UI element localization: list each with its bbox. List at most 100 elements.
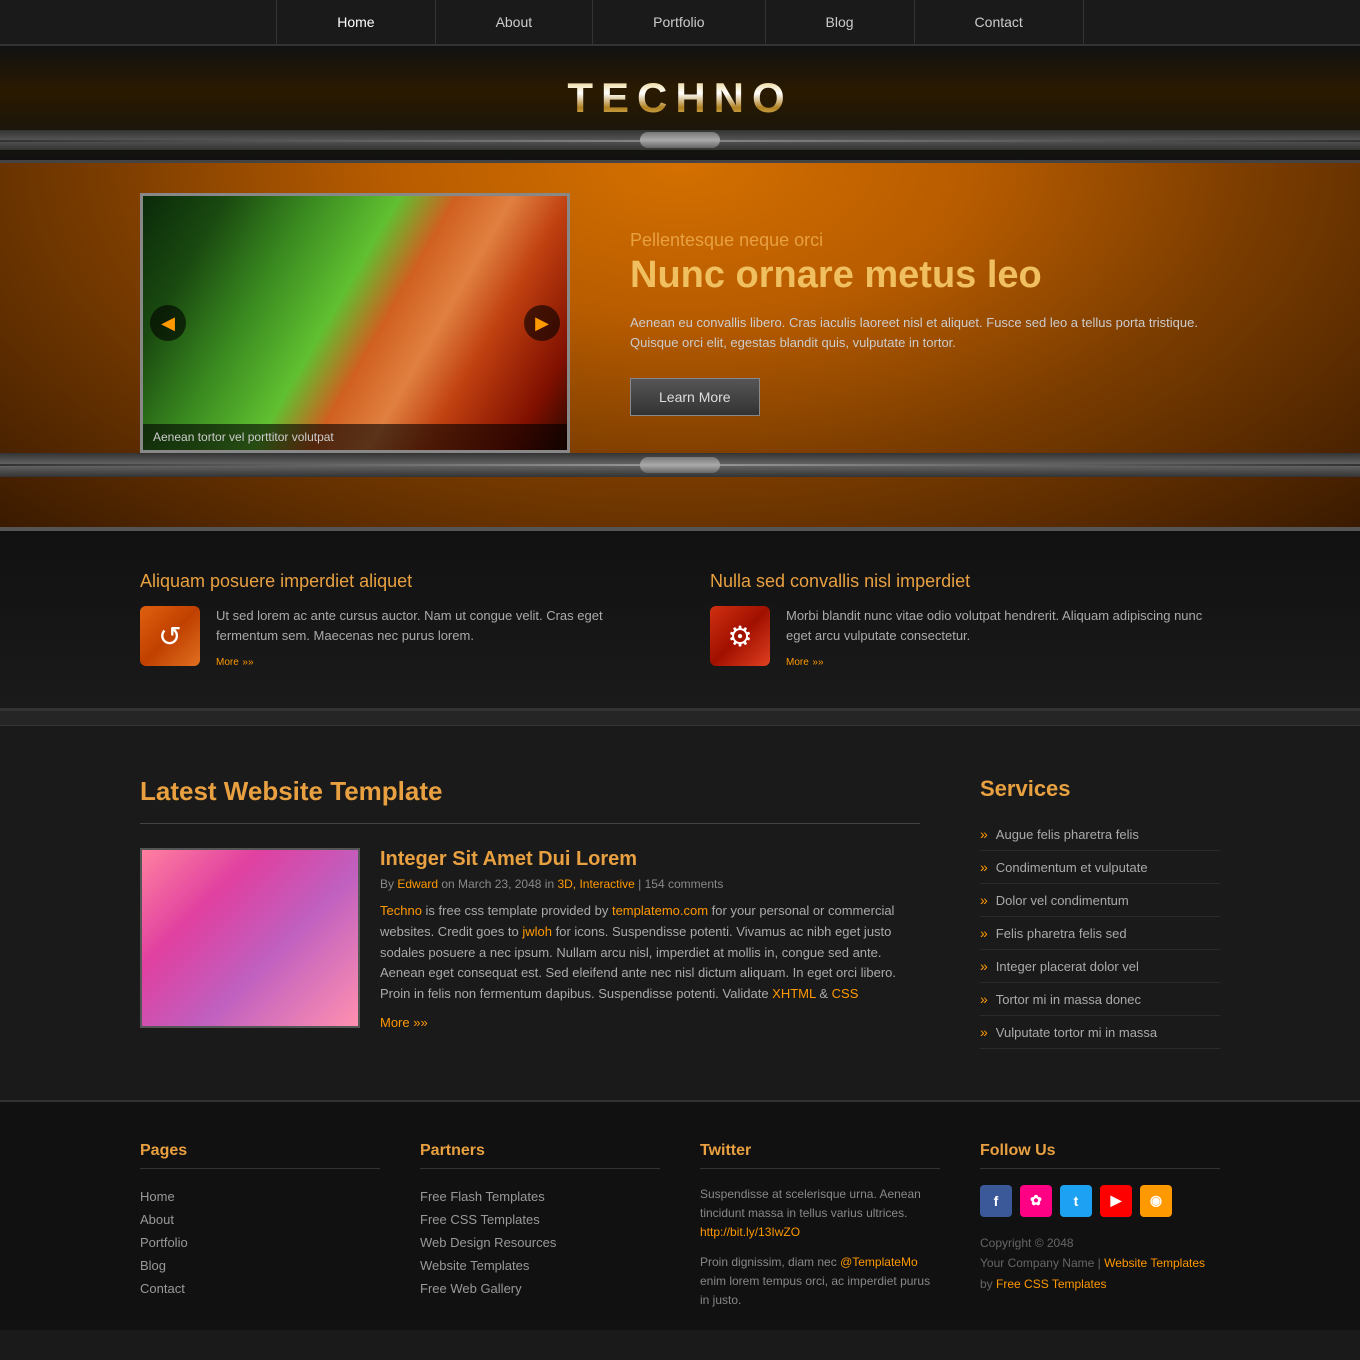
footer-fct-link[interactable]: Free CSS Templates	[996, 1277, 1107, 1291]
service-arrow-6: »	[980, 1024, 988, 1040]
nav-blog[interactable]: Blog	[766, 0, 915, 44]
footer-partner-0[interactable]: Free Flash Templates	[420, 1185, 660, 1208]
hero-subtitle: Pellentesque neque orci	[630, 230, 1220, 251]
footer-pages-title: Pages	[140, 1142, 380, 1169]
services-title: Services	[980, 776, 1220, 802]
footer-partner-3[interactable]: Website Templates	[420, 1254, 660, 1277]
feature-2-title: Nulla sed convallis nisl imperdiet	[710, 571, 1220, 592]
feature-2-text: Morbi blandit nunc vitae odio volutpat h…	[786, 606, 1220, 645]
slide-abstract	[143, 196, 567, 450]
hero-text: Pellentesque neque orci Nunc ornare metu…	[630, 230, 1220, 416]
service-item-3: » Felis pharetra felis sed	[980, 917, 1220, 950]
feature-2-icon-inner: ⚙	[710, 606, 770, 666]
footer-twitter-link1[interactable]: http://bit.ly/13IwZO	[700, 1225, 800, 1239]
service-item-5: » Tortor mi in massa donec	[980, 983, 1220, 1016]
feature-1-more[interactable]: More »»	[216, 653, 650, 668]
features-section: Aliquam posuere imperdiet aliquet ↺ Ut s…	[0, 531, 1360, 710]
service-arrow-1: »	[980, 859, 988, 875]
main-content: Latest Website Template Integer Sit Amet…	[0, 726, 1360, 1100]
service-label-3: Felis pharetra felis sed	[996, 926, 1127, 941]
feature-1-icon-inner: ↺	[140, 606, 200, 666]
footer-page-contact[interactable]: Contact	[140, 1277, 380, 1300]
hero-title: Nunc ornare metus leo	[630, 255, 1220, 297]
footer-twitter-link2[interactable]: @TemplateMo	[840, 1255, 918, 1269]
services-sidebar: Services » Augue felis pharetra felis » …	[980, 776, 1220, 1050]
service-item-1: » Condimentum et vulputate	[980, 851, 1220, 884]
blog-post: Integer Sit Amet Dui Lorem By Edward on …	[140, 848, 920, 1030]
facebook-icon[interactable]: f	[980, 1185, 1012, 1217]
header-divider	[0, 130, 1360, 150]
post-author[interactable]: Edward	[397, 877, 438, 891]
blog-section-title: Latest Website Template	[140, 776, 920, 807]
nav-about[interactable]: About	[436, 0, 594, 44]
feature-1: Aliquam posuere imperdiet aliquet ↺ Ut s…	[140, 571, 650, 668]
social-icons: f ✿ t ▶ ◉	[980, 1185, 1220, 1217]
youtube-icon[interactable]: ▶	[1100, 1185, 1132, 1217]
feature-2: Nulla sed convallis nisl imperdiet ⚙ Mor…	[710, 571, 1220, 668]
site-title: TECHNO	[0, 74, 1360, 122]
footer-twitter-text1: Suspendisse at scelerisque urna. Aenean …	[700, 1185, 940, 1243]
post-categories[interactable]: 3D, Interactive	[557, 877, 634, 891]
section-divider	[0, 710, 1360, 726]
feature-1-icon: ↺	[140, 606, 200, 666]
footer-wt-link[interactable]: Website Templates	[1104, 1256, 1205, 1270]
service-label-6: Vulputate tortor mi in massa	[996, 1025, 1157, 1040]
footer-twitter-title: Twitter	[700, 1142, 940, 1169]
nav-portfolio[interactable]: Portfolio	[593, 0, 765, 44]
post-link-templatemo[interactable]: templatemo.com	[612, 903, 708, 918]
post-date: March 23, 2048	[458, 877, 541, 891]
footer-follow: Follow Us f ✿ t ▶ ◉ Copyright © 2048 You…	[980, 1142, 1220, 1310]
hero-description: Aenean eu convallis libero. Cras iaculis…	[630, 313, 1220, 355]
section-hr	[140, 823, 920, 824]
service-label-5: Tortor mi in massa donec	[996, 992, 1141, 1007]
service-arrow-2: »	[980, 892, 988, 908]
nav-contact[interactable]: Contact	[915, 0, 1084, 44]
nav-home[interactable]: Home	[276, 0, 435, 44]
footer-follow-title: Follow Us	[980, 1142, 1220, 1169]
main-nav: Home About Portfolio Blog Contact	[0, 0, 1360, 46]
feature-2-more[interactable]: More »»	[786, 653, 1220, 668]
footer-pages: Pages Home About Portfolio Blog Contact	[140, 1142, 380, 1310]
footer-partner-1[interactable]: Free CSS Templates	[420, 1208, 660, 1231]
rss-icon[interactable]: ◉	[1140, 1185, 1172, 1217]
service-item-4: » Integer placerat dolor vel	[980, 950, 1220, 983]
hero-bolt	[640, 457, 720, 473]
post-link-css[interactable]: CSS	[832, 986, 859, 1001]
post-content: Integer Sit Amet Dui Lorem By Edward on …	[380, 848, 920, 1030]
footer-page-about[interactable]: About	[140, 1208, 380, 1231]
footer-partners-title: Partners	[420, 1142, 660, 1169]
flickr-icon[interactable]: ✿	[1020, 1185, 1052, 1217]
hero-slideshow: Aenean tortor vel porttitor volutpat ◀ ▶	[140, 193, 570, 453]
feature-1-text: Ut sed lorem ac ante cursus auctor. Nam …	[216, 606, 650, 645]
site-header: TECHNO	[0, 46, 1360, 163]
feature-2-icon: ⚙	[710, 606, 770, 666]
footer-partner-4[interactable]: Free Web Gallery	[420, 1277, 660, 1300]
post-body: Techno is free css template provided by …	[380, 901, 920, 1005]
footer: Pages Home About Portfolio Blog Contact …	[0, 1100, 1360, 1330]
service-item-0: » Augue felis pharetra felis	[980, 818, 1220, 851]
slide-prev-button[interactable]: ◀	[150, 305, 186, 341]
learn-more-button[interactable]: Learn More	[630, 378, 760, 416]
footer-partner-2[interactable]: Web Design Resources	[420, 1231, 660, 1254]
post-meta: By Edward on March 23, 2048 in 3D, Inter…	[380, 877, 920, 891]
post-link-techno[interactable]: Techno	[380, 903, 422, 918]
footer-page-portfolio[interactable]: Portfolio	[140, 1231, 380, 1254]
footer-partners: Partners Free Flash Templates Free CSS T…	[420, 1142, 660, 1310]
slide-next-button[interactable]: ▶	[524, 305, 560, 341]
hero-divider	[0, 453, 1360, 477]
footer-twitter: Twitter Suspendisse at scelerisque urna.…	[700, 1142, 940, 1310]
slide-image: Aenean tortor vel porttitor volutpat	[140, 193, 570, 453]
service-arrow-0: »	[980, 826, 988, 842]
service-label-1: Condimentum et vulputate	[996, 860, 1148, 875]
slide-visual	[143, 196, 567, 450]
service-item-6: » Vulputate tortor mi in massa	[980, 1016, 1220, 1049]
post-more[interactable]: More »»	[380, 1015, 920, 1030]
footer-page-home[interactable]: Home	[140, 1185, 380, 1208]
post-link-jwloh[interactable]: jwloh	[522, 924, 552, 939]
footer-twitter-text2: Proin dignissim, diam nec @TemplateMo en…	[700, 1253, 940, 1311]
main-blog: Latest Website Template Integer Sit Amet…	[140, 776, 920, 1050]
post-link-xhtml[interactable]: XHTML	[772, 986, 816, 1001]
twitter-icon[interactable]: t	[1060, 1185, 1092, 1217]
service-item-2: » Dolor vel condimentum	[980, 884, 1220, 917]
footer-page-blog[interactable]: Blog	[140, 1254, 380, 1277]
